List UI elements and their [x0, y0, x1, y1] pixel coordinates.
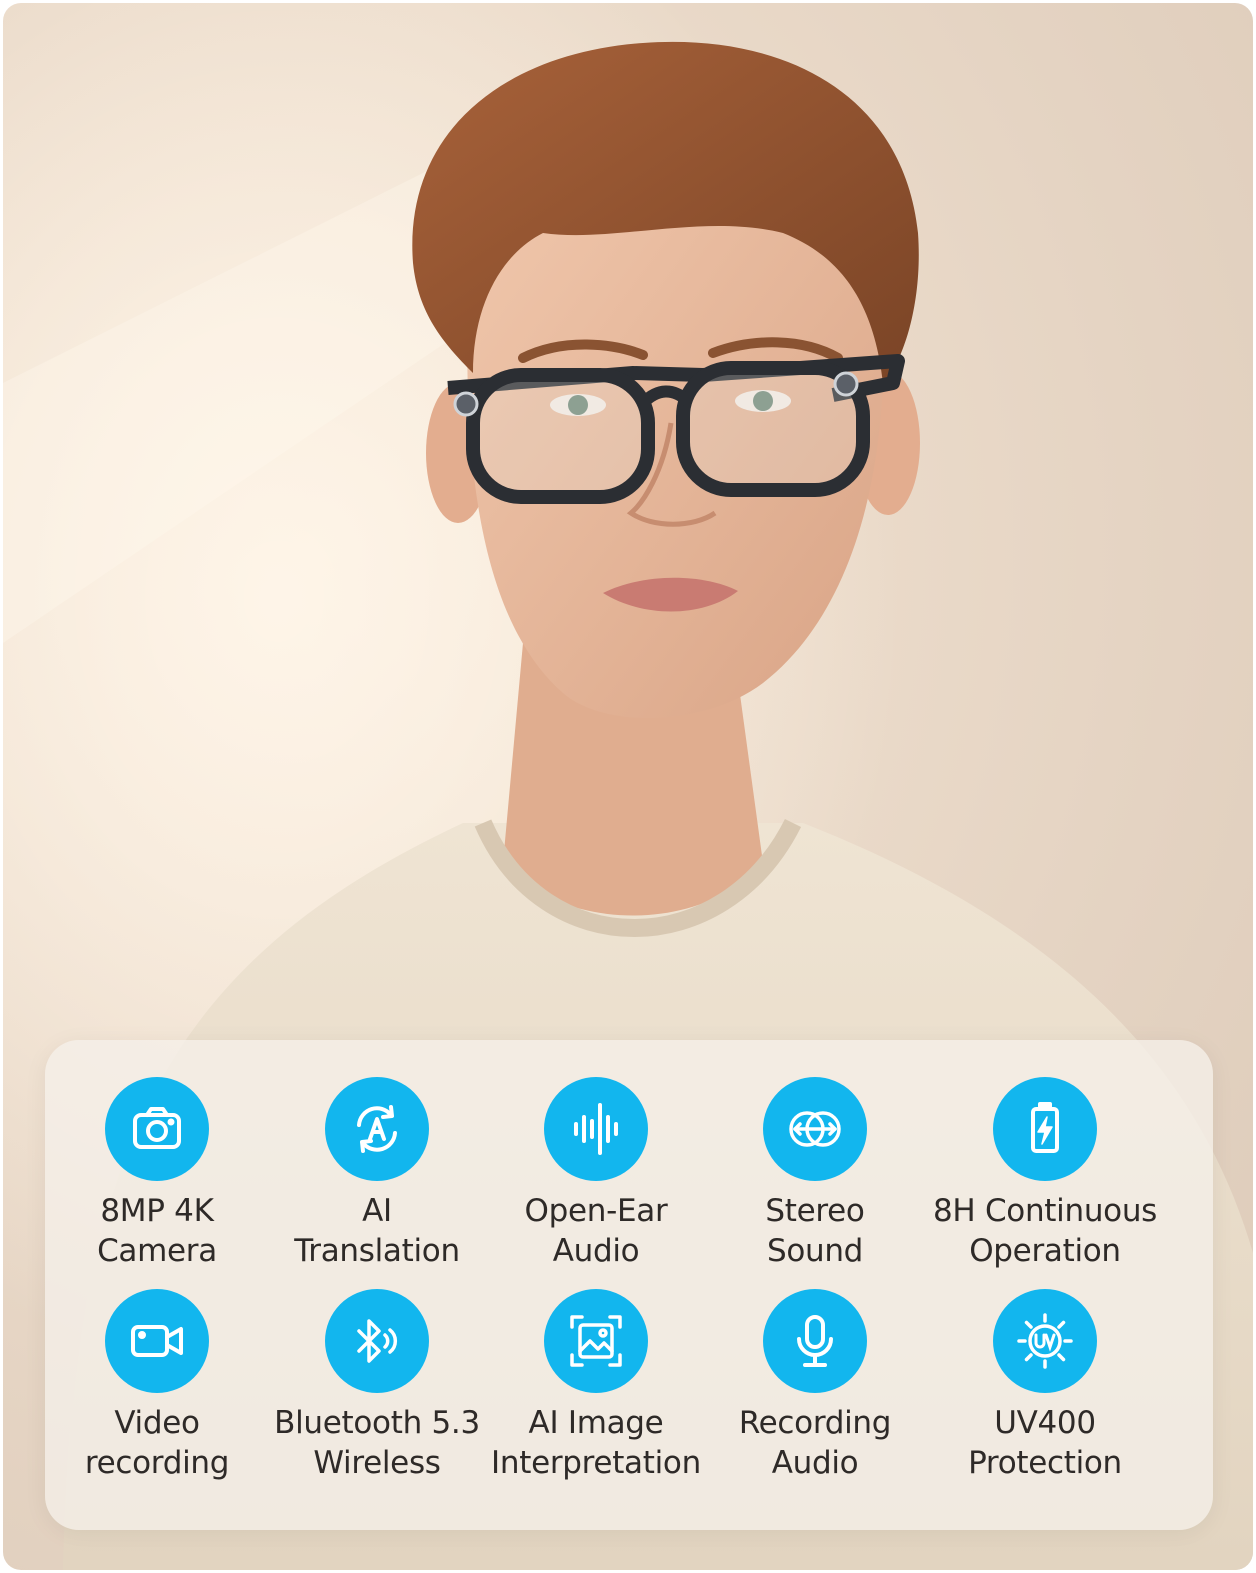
feature-label-line2: Protection: [968, 1445, 1122, 1481]
feature-label-line2: Audio: [771, 1445, 859, 1481]
sound-wave-icon: [574, 1103, 618, 1155]
image-scan-icon: [570, 1315, 622, 1367]
feature-label-line2: Interpretation: [491, 1445, 701, 1481]
feature-camera: 8MP 4K Camera: [42, 1077, 272, 1271]
microphone-icon: [797, 1315, 833, 1367]
feature-recording-audio: Recording Audio: [700, 1289, 930, 1483]
feature-label-line1: Open-Ear: [524, 1193, 668, 1229]
feature-8h-operation: 8H Continuous Operation: [930, 1077, 1160, 1271]
feature-label-line1: AI: [362, 1193, 392, 1229]
feature-label-line2: Audio: [552, 1233, 640, 1269]
feature-label-line2: Operation: [969, 1233, 1121, 1269]
feature-bluetooth: Bluetooth 5.3 Wireless: [262, 1289, 492, 1483]
battery-charging-icon: [1031, 1102, 1059, 1153]
feature-label-line2: Camera: [97, 1233, 217, 1269]
feature-open-ear-audio: Open-Ear Audio: [481, 1077, 711, 1271]
stereo-sound-icon: [789, 1111, 841, 1147]
feature-label-line2: Wireless: [313, 1445, 441, 1481]
feature-label-line1: Stereo: [765, 1193, 865, 1229]
feature-label-line2: Translation: [294, 1233, 460, 1269]
feature-label-line1: AI Image: [528, 1405, 664, 1441]
feature-label-line1: Recording: [738, 1405, 892, 1441]
ai-translation-icon: [357, 1105, 397, 1153]
feature-label-line1: Video: [114, 1405, 200, 1441]
feature-label-line1: Bluetooth 5.3: [274, 1405, 480, 1441]
feature-stereo-sound: Stereo Sound: [700, 1077, 930, 1271]
feature-label-line1: 8MP 4K: [100, 1193, 214, 1229]
bluetooth-icon: [357, 1319, 398, 1363]
video-camera-icon: [131, 1325, 183, 1357]
feature-label-line2: Sound: [766, 1233, 864, 1269]
feature-video-recording: Video recording: [42, 1289, 272, 1483]
uv-protection-icon: [1017, 1313, 1073, 1369]
feature-ai-translation: AI Translation: [262, 1077, 492, 1271]
feature-label-line1: UV400: [994, 1405, 1096, 1441]
feature-label-line1: 8H Continuous: [932, 1193, 1158, 1229]
feature-ai-image: AI Image Interpretation: [481, 1289, 711, 1483]
camera-icon: [133, 1107, 181, 1149]
feature-uv400: UV400 Protection: [930, 1289, 1160, 1483]
feature-label-line2: recording: [84, 1445, 230, 1481]
